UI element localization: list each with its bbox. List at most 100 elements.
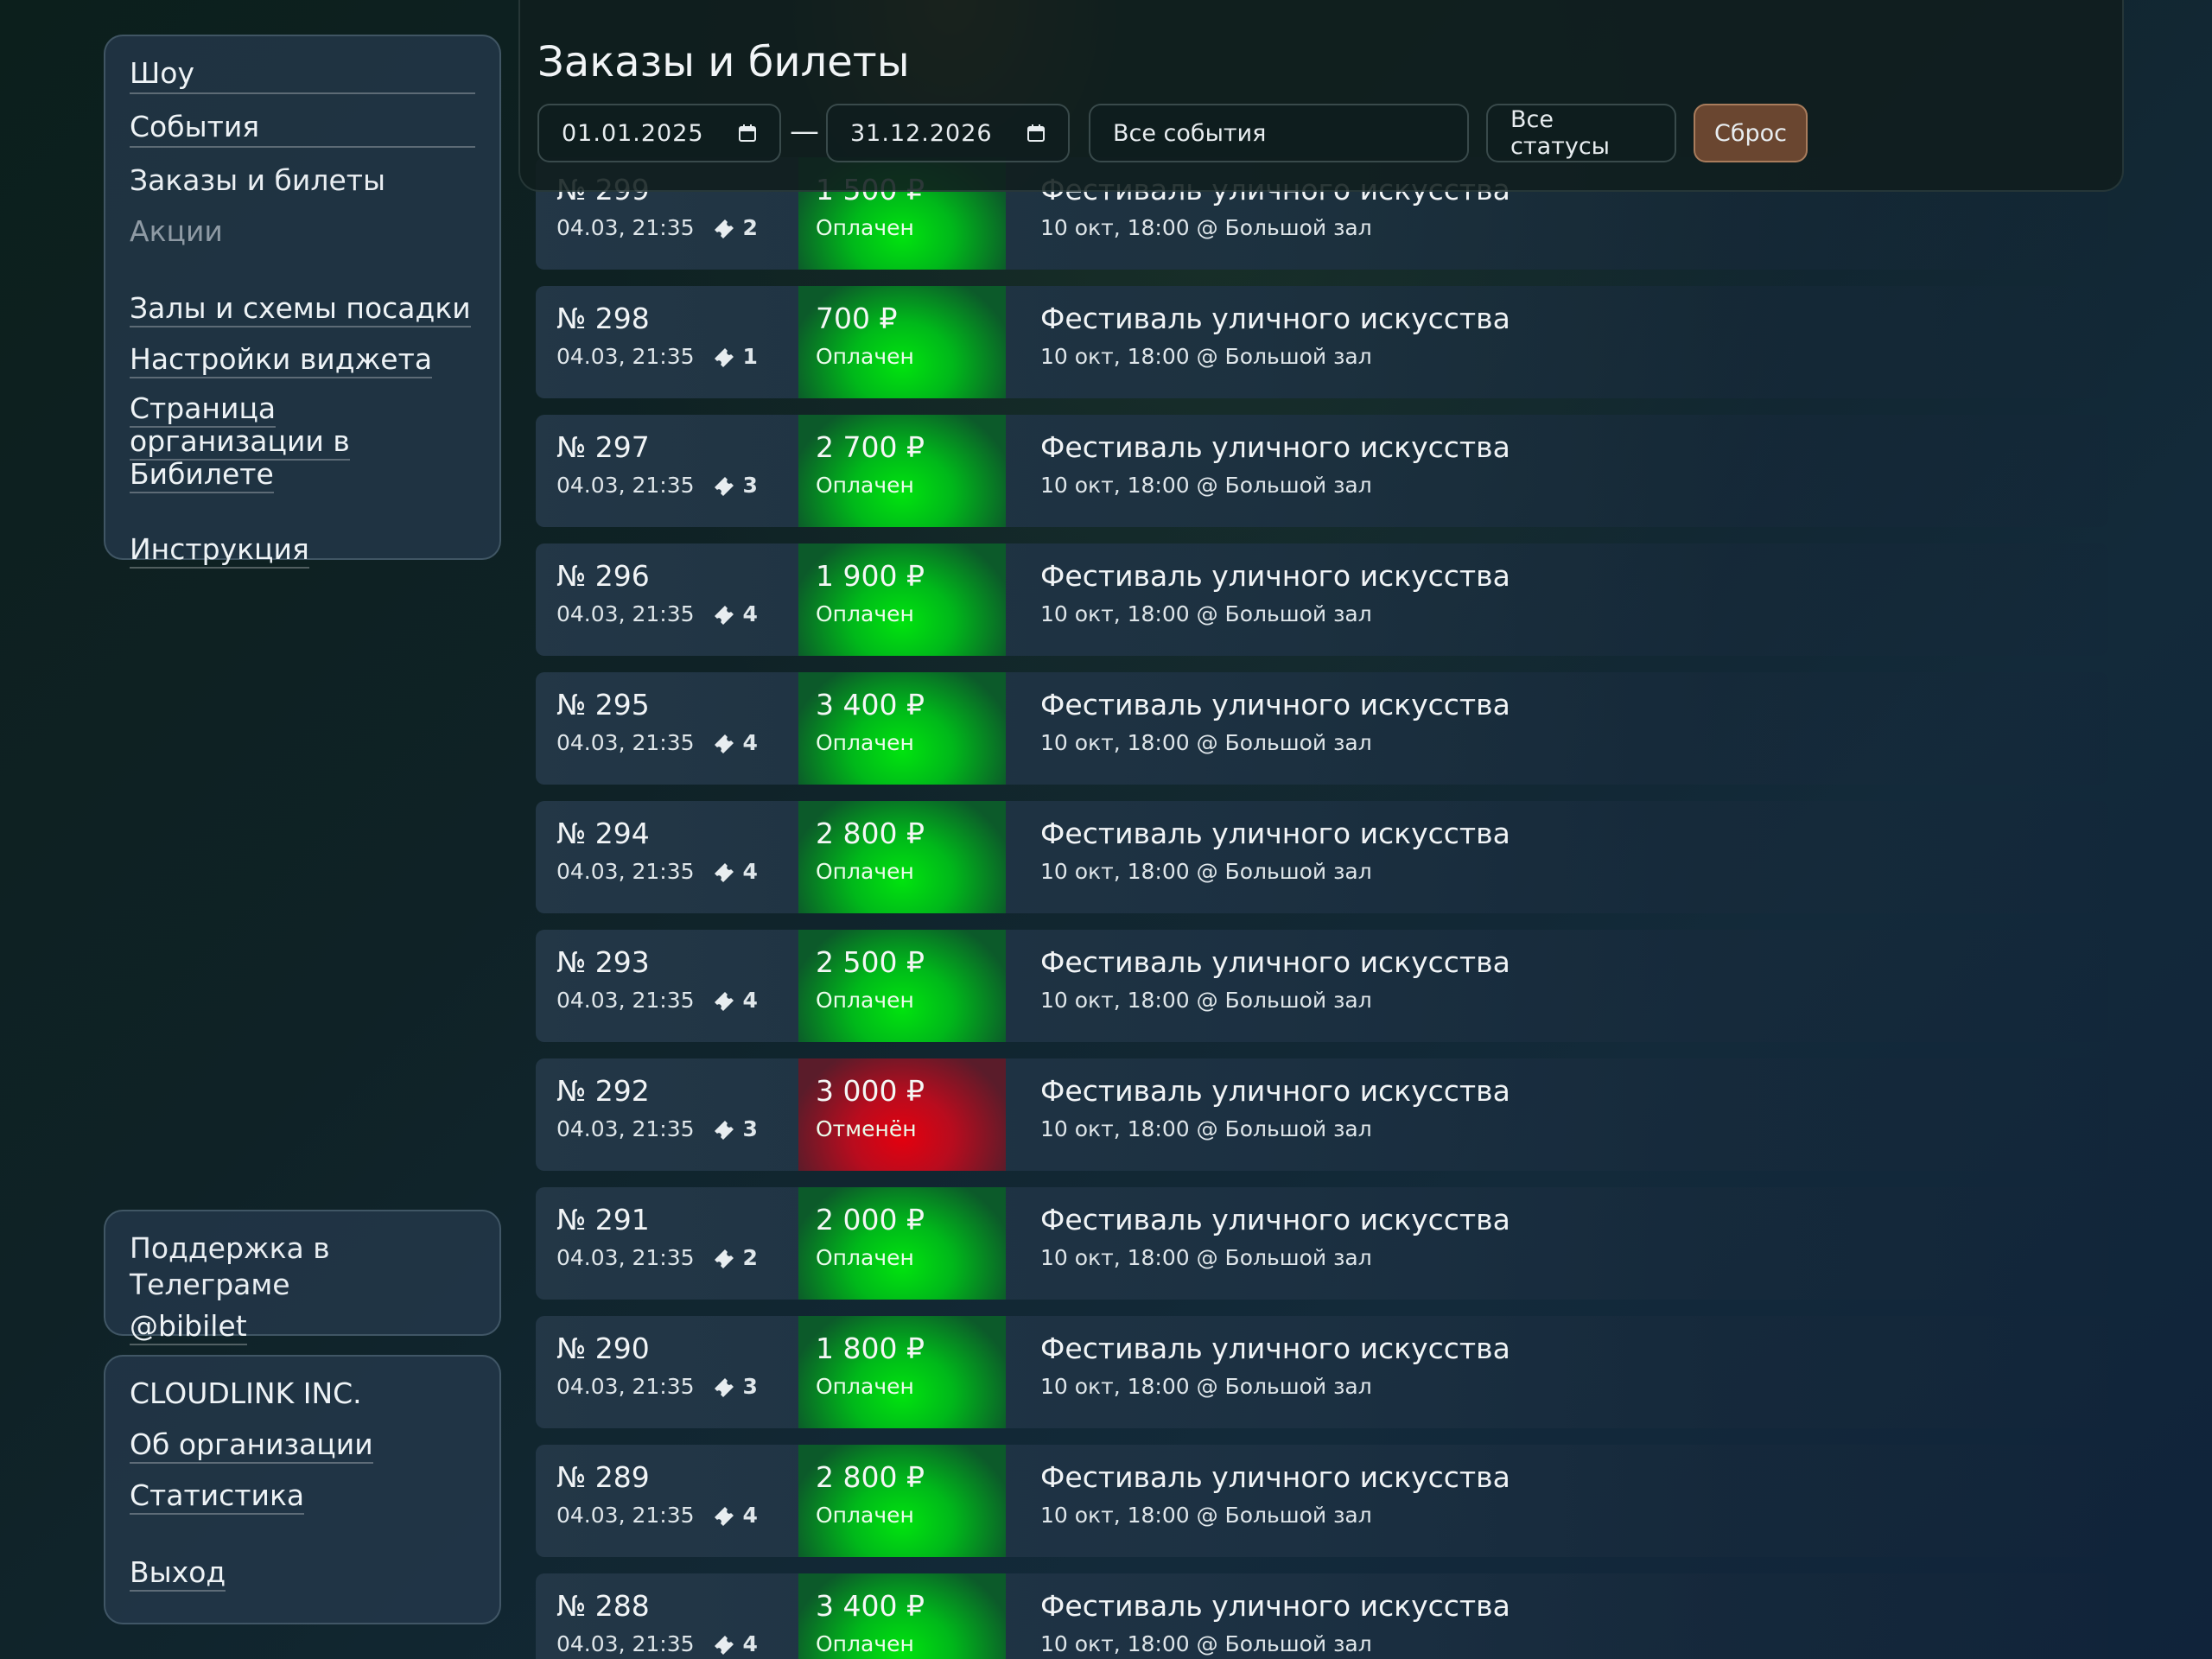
ticket-count: 4 (742, 859, 758, 884)
order-number: № 293 (556, 945, 650, 979)
ticket-count: 2 (742, 1245, 758, 1270)
sidebar-item-events[interactable]: События (130, 109, 475, 148)
ticket-icon (714, 992, 734, 1011)
sidebar-nav: Шоу События Заказы и билеты Акции Залы и… (104, 35, 501, 569)
ticket-count: 3 (742, 473, 758, 498)
org-about-wrap: Об организации (130, 1427, 475, 1464)
order-row[interactable]: № 292 04.03, 21:35 3 3 000 ₽ Отменён Фестивал… (536, 1058, 2108, 1171)
status-filter-select[interactable]: Все статусы (1486, 104, 1676, 162)
order-price-status: 3 400 ₽ Оплачен (798, 672, 1006, 785)
ticket-count: 4 (742, 1503, 758, 1528)
order-event-title: Фестиваль уличного искусства (1040, 1203, 1510, 1236)
order-row[interactable]: № 290 04.03, 21:35 3 1 800 ₽ Оплачен Фестивал… (536, 1316, 2108, 1428)
order-status: Оплачен (816, 988, 914, 1013)
org-about-link[interactable]: Об организации (130, 1427, 373, 1464)
order-row[interactable]: № 288 04.03, 21:35 4 3 400 ₽ Оплачен Фестивал… (536, 1573, 2108, 1659)
order-event-venue: 10 окт, 18:00 @ Большой зал (1040, 215, 1372, 240)
order-datetime: 04.03, 21:35 (556, 1374, 695, 1399)
order-status: Оплачен (816, 1245, 914, 1270)
order-meta: 04.03, 21:35 1 (556, 343, 758, 371)
order-price: 700 ₽ (816, 302, 898, 335)
order-event-venue: 10 окт, 18:00 @ Большой зал (1040, 730, 1372, 755)
order-event-venue: 10 окт, 18:00 @ Большой зал (1040, 1116, 1372, 1141)
order-price-status: 2 800 ₽ Оплачен (798, 801, 1006, 913)
support-telegram-link[interactable]: @bibilet (130, 1309, 247, 1345)
order-row[interactable]: № 297 04.03, 21:35 3 2 700 ₽ Оплачен Фестивал… (536, 415, 2108, 527)
order-event-venue: 10 окт, 18:00 @ Большой зал (1040, 1503, 1372, 1528)
order-event-title: Фестиваль уличного искусства (1040, 817, 1510, 850)
ticket-icon (714, 863, 734, 882)
order-row[interactable]: № 296 04.03, 21:35 4 1 900 ₽ Оплачен Фестивал… (536, 543, 2108, 656)
reset-button[interactable]: Сброс (1694, 104, 1808, 162)
sidebar-item-org-page[interactable]: Страница организации в Бибилете (130, 391, 350, 493)
order-event-venue: 10 окт, 18:00 @ Большой зал (1040, 859, 1372, 884)
calendar-icon[interactable] (1027, 124, 1046, 143)
ticket-count: 3 (742, 1116, 758, 1141)
order-status: Оплачен (816, 215, 914, 240)
logout-link[interactable]: Выход (130, 1555, 226, 1592)
order-price: 3 400 ₽ (816, 688, 925, 721)
order-event-venue: 10 окт, 18:00 @ Большой зал (1040, 1631, 1372, 1656)
sidebar-item-org-page-wrap: Страница организации в Бибилете (130, 391, 441, 493)
order-price-status: 2 700 ₽ Оплачен (798, 415, 1006, 527)
order-event-title: Фестиваль уличного искусства (1040, 1074, 1510, 1108)
ticket-count: 2 (742, 215, 758, 240)
sidebar-item-halls[interactable]: Залы и схемы посадки (130, 291, 471, 327)
ticket-icon (714, 1249, 734, 1268)
order-status: Оплачен (816, 344, 914, 369)
order-price-status: 2 000 ₽ Оплачен (798, 1187, 1006, 1300)
order-status: Оплачен (816, 601, 914, 626)
order-price: 2 800 ₽ (816, 1460, 925, 1494)
order-row[interactable]: № 289 04.03, 21:35 4 2 800 ₽ Оплачен Фестивал… (536, 1445, 2108, 1557)
sidebar-item-widget-settings[interactable]: Настройки виджета (130, 342, 433, 378)
events-filter-select[interactable]: Все события (1089, 104, 1469, 162)
order-price: 2 700 ₽ (816, 430, 925, 464)
order-event-venue: 10 окт, 18:00 @ Большой зал (1040, 1374, 1372, 1399)
order-price-status: 1 900 ₽ Оплачен (798, 543, 1006, 656)
order-number: № 297 (556, 430, 650, 464)
ticket-count: 4 (742, 988, 758, 1013)
order-meta: 04.03, 21:35 2 (556, 214, 758, 242)
order-price-status: 3 400 ₽ Оплачен (798, 1573, 1006, 1659)
order-event-title: Фестиваль уличного искусства (1040, 1332, 1510, 1365)
order-row[interactable]: № 291 04.03, 21:35 2 2 000 ₽ Оплачен Фестивал… (536, 1187, 2108, 1300)
ticket-icon (714, 477, 734, 496)
order-meta: 04.03, 21:35 3 (556, 1373, 758, 1401)
order-price-status: 3 000 ₽ Отменён (798, 1058, 1006, 1171)
date-to-input[interactable]: 31.12.2026 (826, 104, 1070, 162)
order-row[interactable]: № 298 04.03, 21:35 1 700 ₽ Оплачен Фестиваль … (536, 286, 2108, 398)
ticket-icon (714, 219, 734, 238)
order-status: Оплачен (816, 473, 914, 498)
reset-button-label: Сброс (1713, 119, 1787, 147)
sidebar-item-shows[interactable]: Шоу (130, 55, 475, 94)
order-datetime: 04.03, 21:35 (556, 988, 695, 1013)
date-from-value: 01.01.2025 (562, 119, 704, 147)
date-range-separator: — (790, 114, 819, 149)
page-title: Заказы и билеты (537, 38, 910, 86)
organization-name: CLOUDLINK INC. (130, 1376, 362, 1410)
ticket-icon (714, 1378, 734, 1397)
order-datetime: 04.03, 21:35 (556, 473, 695, 498)
order-price: 3 400 ₽ (816, 1589, 925, 1623)
order-price-status: 2 800 ₽ Оплачен (798, 1445, 1006, 1557)
org-statistics-link[interactable]: Статистика (130, 1478, 305, 1515)
organization-card: CLOUDLINK INC. Об организации Статистика… (104, 1355, 501, 1624)
order-row[interactable]: № 294 04.03, 21:35 4 2 800 ₽ Оплачен Фестивал… (536, 801, 2108, 913)
order-price-status: 1 800 ₽ Оплачен (798, 1316, 1006, 1428)
order-row[interactable]: № 293 04.03, 21:35 4 2 500 ₽ Оплачен Фестивал… (536, 930, 2108, 1042)
order-datetime: 04.03, 21:35 (556, 1631, 695, 1656)
date-from-input[interactable]: 01.01.2025 (537, 104, 781, 162)
sidebar-item-instructions[interactable]: Инструкция (130, 532, 309, 569)
order-row[interactable]: № 295 04.03, 21:35 4 3 400 ₽ Оплачен Фестивал… (536, 672, 2108, 785)
sidebar-item-orders-current: Заказы и билеты (130, 163, 386, 197)
order-datetime: 04.03, 21:35 (556, 215, 695, 240)
order-status: Оплачен (816, 1503, 914, 1528)
sidebar-item-widget-wrap: Настройки виджета (130, 341, 475, 378)
order-price: 2 000 ₽ (816, 1203, 925, 1236)
calendar-icon[interactable] (738, 124, 757, 143)
order-meta: 04.03, 21:35 4 (556, 1630, 758, 1658)
ticket-count: 4 (742, 730, 758, 755)
order-number: № 289 (556, 1460, 650, 1494)
